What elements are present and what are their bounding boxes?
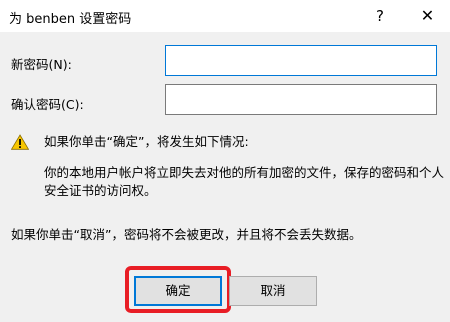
help-button[interactable]: ?	[360, 0, 400, 32]
close-button[interactable]: ✕	[405, 0, 450, 32]
window-title: 为 benben 设置密码	[9, 12, 132, 27]
warning-heading: 如果你单击“确定”，将发生如下情况:	[44, 134, 249, 149]
cancel-button[interactable]: 取消	[229, 276, 317, 306]
warning-body-line1: 你的本地用户帐户将立即失去对他的所有加密的文件，保存的密码和个人	[44, 165, 445, 180]
title-bar: 为 benben 设置密码 ? ✕	[0, 0, 450, 32]
new-password-label: 新密码(N):	[11, 57, 72, 72]
confirm-password-label: 确认密码(C):	[11, 97, 84, 112]
warning-icon	[11, 134, 29, 150]
cancel-note: 如果你单击“取消”，密码将不会被更改，并且将不会丢失数据。	[11, 227, 362, 242]
warning-body-line2: 安全证书的访问权。	[44, 183, 157, 198]
set-password-dialog: 为 benben 设置密码 ? ✕ 新密码(N): 确认密码(C): 如果你单击…	[0, 0, 450, 322]
new-password-input[interactable]	[165, 45, 437, 76]
ok-button[interactable]: 确定	[134, 276, 222, 306]
confirm-password-input[interactable]	[165, 84, 437, 115]
